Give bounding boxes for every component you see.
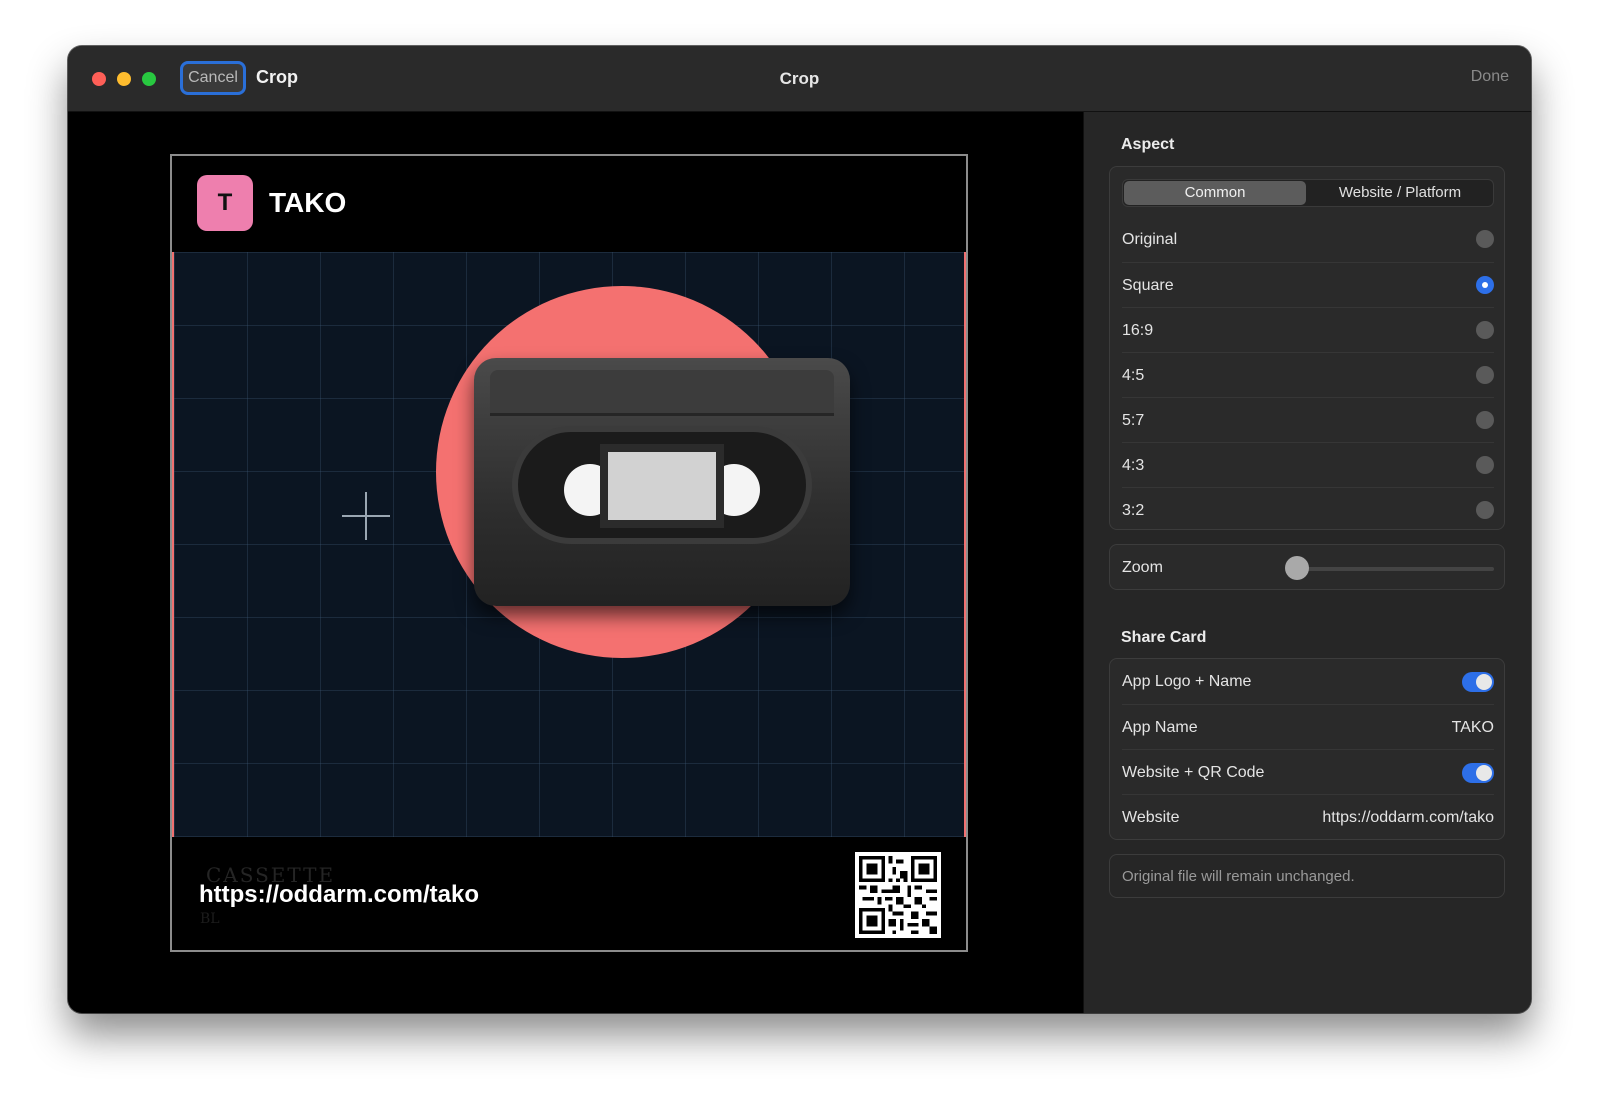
share-card-group: App Logo + Name App Name TAKO Website + … <box>1109 658 1505 840</box>
settings-sidebar: Aspect Common Website / Platform Origina… <box>1083 112 1531 1013</box>
card-footer: CASSETTE BL https://oddarm.com/tako <box>172 837 966 950</box>
cassette-image <box>474 358 850 606</box>
app-logo-name-row: App Logo + Name <box>1122 659 1494 705</box>
radio-button[interactable] <box>1476 456 1494 474</box>
aspect-option-label: 3:2 <box>1122 502 1145 519</box>
aspect-option-3-2[interactable]: 3:2 <box>1122 487 1494 533</box>
card-header: T TAKO <box>172 156 966 252</box>
card-url: https://oddarm.com/tako <box>199 881 480 908</box>
app-logo: T <box>197 175 253 231</box>
app-name-row: App Name TAKO <box>1122 704 1494 750</box>
cassette-top <box>490 370 834 416</box>
qr-code-icon <box>855 852 941 938</box>
aspect-group: Common Website / Platform Original Squar… <box>1109 166 1505 530</box>
info-note-text: Original file will remain unchanged. <box>1122 868 1355 885</box>
aspect-option-4-5[interactable]: 4:5 <box>1122 352 1494 398</box>
aspect-title: Aspect <box>1121 136 1175 153</box>
aspect-option-label: Square <box>1122 277 1174 294</box>
aspect-option-label: 4:3 <box>1122 457 1145 474</box>
aspect-option-original[interactable]: Original <box>1122 217 1494 263</box>
cassette-window <box>512 426 812 544</box>
crop-canvas[interactable]: T TAKO CASSETTE BL https://oddarm.com/ta… <box>68 112 1083 1013</box>
radio-button[interactable] <box>1476 501 1494 519</box>
radio-button[interactable] <box>1476 230 1494 248</box>
radio-button-selected[interactable] <box>1476 276 1494 294</box>
zoom-slider-knob[interactable] <box>1285 556 1309 580</box>
website-label: Website <box>1122 809 1180 826</box>
app-name-label: App Name <box>1122 719 1198 736</box>
info-note: Original file will remain unchanged. <box>1109 854 1505 898</box>
crop-window: Cancel Crop Crop Done T TAKO CASSETTE BL… <box>68 46 1531 1013</box>
radio-button[interactable] <box>1476 321 1494 339</box>
aspect-option-4-3[interactable]: 4:3 <box>1122 442 1494 488</box>
crosshair-icon <box>342 492 390 540</box>
radio-button[interactable] <box>1476 411 1494 429</box>
done-button[interactable]: Done <box>1471 68 1509 86</box>
window-title: Crop <box>779 69 820 88</box>
titlebar: Cancel Crop Crop Done <box>68 46 1531 112</box>
share-card-preview[interactable]: T TAKO CASSETTE BL https://oddarm.com/ta… <box>170 154 968 952</box>
tab-website-platform[interactable]: Website / Platform <box>1307 181 1493 205</box>
aspect-option-label: 5:7 <box>1122 412 1145 429</box>
aspect-option-square[interactable]: Square <box>1122 262 1494 308</box>
aspect-option-label: Original <box>1122 231 1178 248</box>
app-logo-name-toggle[interactable] <box>1462 672 1494 692</box>
cassette-label <box>600 444 724 528</box>
faint-brand-text-2: BL <box>200 911 220 927</box>
aspect-segmented-control: Common Website / Platform <box>1122 179 1494 207</box>
aspect-option-label: 4:5 <box>1122 367 1145 384</box>
crop-image[interactable] <box>172 252 966 837</box>
tab-common[interactable]: Common <box>1124 181 1306 205</box>
aspect-option-label: 16:9 <box>1122 322 1154 339</box>
zoom-slider-track[interactable] <box>1296 567 1494 571</box>
app-name-value[interactable]: TAKO <box>1452 719 1494 737</box>
aspect-option-5-7[interactable]: 5:7 <box>1122 397 1494 443</box>
website-value[interactable]: https://oddarm.com/tako <box>1322 809 1494 827</box>
website-qr-row: Website + QR Code <box>1122 749 1494 795</box>
aspect-option-16-9[interactable]: 16:9 <box>1122 307 1494 353</box>
card-app-name: TAKO <box>269 187 347 218</box>
radio-button[interactable] <box>1476 366 1494 384</box>
website-qr-toggle[interactable] <box>1462 763 1494 783</box>
zoom-label: Zoom <box>1122 559 1163 576</box>
share-card-title: Share Card <box>1121 629 1207 646</box>
website-row: Website https://oddarm.com/tako <box>1122 794 1494 840</box>
app-logo-name-label: App Logo + Name <box>1122 673 1252 690</box>
zoom-group: Zoom <box>1109 544 1505 590</box>
website-qr-label: Website + QR Code <box>1122 764 1265 781</box>
